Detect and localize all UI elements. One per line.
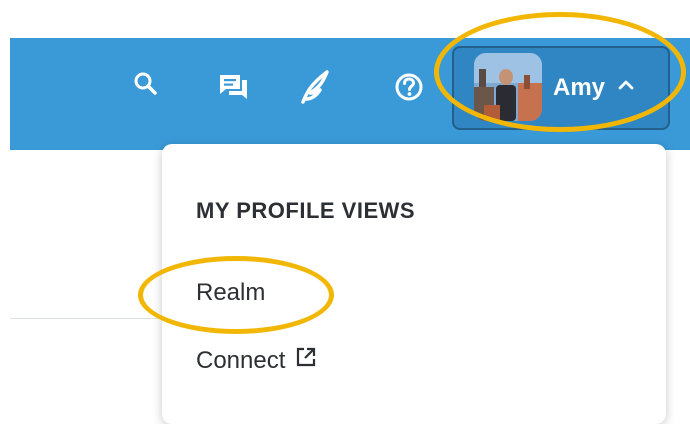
content-divider [10,318,160,319]
search-icon[interactable] [132,70,160,98]
external-link-icon [295,346,317,376]
help-icon[interactable] [393,71,425,103]
menu-heading: MY PROFILE VIEWS [196,198,416,223]
menu-item-realm[interactable]: Realm [196,278,265,308]
menu-item-connect[interactable]: Connect [196,346,317,376]
menu-item-label: Connect [196,347,286,374]
profile-name[interactable]: Amy [553,73,605,103]
avatar[interactable] [474,53,542,121]
chat-icon[interactable] [217,71,251,105]
feather-icon[interactable] [297,68,333,106]
menu-item-label: Realm [196,279,266,306]
chevron-up-icon[interactable] [617,78,635,97]
